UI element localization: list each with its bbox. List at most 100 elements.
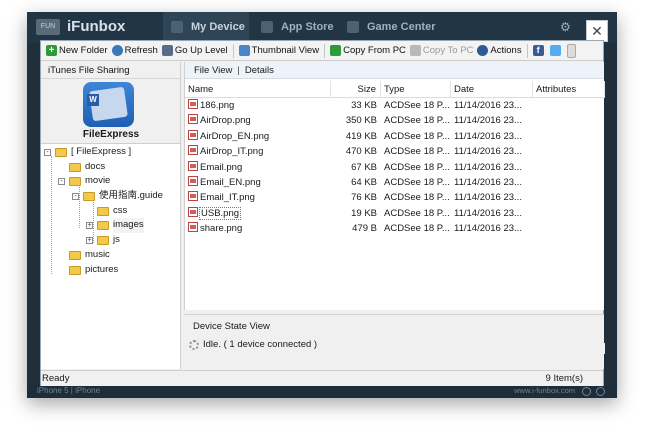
column-attributes[interactable]: Attributes xyxy=(533,81,605,97)
folder-icon xyxy=(97,206,109,216)
tree-item[interactable]: - movie xyxy=(41,174,180,189)
app-name: FileExpress xyxy=(82,129,140,140)
tree-item-label: css xyxy=(113,204,128,216)
device-tag[interactable]: iPhone 5 | iPhone xyxy=(37,386,100,395)
cell-type: ACDSee 18 P... xyxy=(384,115,450,127)
cell-date: 11/14/2016 23... xyxy=(454,115,522,127)
expand-icon[interactable]: + xyxy=(86,237,93,245)
details-link[interactable]: Details xyxy=(245,65,274,76)
folder-icon xyxy=(97,236,109,246)
app-brand: iFunbox xyxy=(67,18,126,35)
cell-attributes xyxy=(533,175,605,190)
view-bar-separator: | xyxy=(237,65,240,76)
tree-item-label: 使用指南.guide xyxy=(99,190,163,202)
file-table: Name Size Type Date Attributes 186.png 33… xyxy=(185,81,605,237)
close-button[interactable]: ✕ xyxy=(586,20,608,42)
thumbnail-icon xyxy=(238,45,250,56)
copy-from-pc-button[interactable]: Copy From PC xyxy=(328,42,408,60)
cell-attributes xyxy=(533,144,605,159)
facebook-share-button[interactable]: f xyxy=(531,42,548,60)
thumbnail-view-button[interactable]: Thumbnail View xyxy=(237,42,321,60)
table-row[interactable]: Email_EN.png 64 KB ACDSee 18 P... 11/14/201… xyxy=(185,175,605,190)
tree-item[interactable]: - 使用指南.guide xyxy=(41,189,180,204)
column-name[interactable]: Name xyxy=(185,81,331,97)
table-row[interactable]: Email.png 67 KB ACDSee 18 P... 11/14/2016 2… xyxy=(185,160,605,175)
twitter-share-button[interactable] xyxy=(548,42,565,60)
twitter-circle-icon[interactable] xyxy=(596,387,605,396)
tree-item[interactable]: pictures xyxy=(41,263,180,278)
toolbar-divider xyxy=(232,43,234,58)
file-name: Email_EN.png xyxy=(200,176,261,188)
tab-app-store[interactable]: App Store xyxy=(261,12,334,43)
column-date[interactable]: Date xyxy=(451,81,533,97)
refresh-icon xyxy=(111,45,123,56)
settings-gear-icon[interactable]: ⚙ xyxy=(560,20,573,34)
site-link[interactable]: www.i-funbox.com xyxy=(514,386,575,395)
file-name: Email_IT.png xyxy=(200,192,255,204)
up-arrow-icon xyxy=(161,45,173,56)
plus-icon: + xyxy=(46,45,57,56)
expand-icon[interactable]: + xyxy=(86,222,93,230)
refresh-label: Refresh xyxy=(124,45,158,56)
toolbar-overflow-button[interactable] xyxy=(565,42,580,60)
tree-item[interactable]: - [ FileExpress ] xyxy=(41,145,180,160)
tab-game-center-label: Game Center xyxy=(367,21,436,33)
collapse-icon[interactable]: - xyxy=(58,178,65,186)
collapse-icon[interactable]: - xyxy=(44,149,51,156)
tab-game-center[interactable]: Game Center xyxy=(347,12,435,43)
cell-name: USB.png xyxy=(185,206,331,221)
tab-app-store-label: App Store xyxy=(281,21,334,33)
table-row[interactable]: AirDrop_IT.png 470 KB ACDSee 18 P... 11/14/… xyxy=(185,144,605,159)
file-view-link[interactable]: File View xyxy=(194,65,232,76)
tree-item[interactable]: + images xyxy=(41,218,180,234)
tree-item-label: pictures xyxy=(85,263,119,275)
gamepad-icon xyxy=(347,21,359,34)
go-up-level-button[interactable]: Go Up Level xyxy=(160,42,230,60)
table-row[interactable]: USB.png 19 KB ACDSee 18 P... 11/14/2016 23.… xyxy=(185,206,605,221)
facebook-circle-icon[interactable] xyxy=(582,387,591,396)
table-row[interactable]: AirDrop_EN.png 419 KB ACDSee 18 P... 11/14/… xyxy=(185,129,605,144)
file-name: 186.png xyxy=(200,100,235,111)
tab-my-device[interactable]: My Device xyxy=(163,12,249,43)
actions-label: Actions xyxy=(490,45,522,56)
tree-item[interactable]: css xyxy=(41,204,180,219)
table-row[interactable]: Email_IT.png 76 KB ACDSee 18 P... 11/14/201… xyxy=(185,190,605,205)
table-row[interactable]: AirDrop.png 350 KB ACDSee 18 P... 11/14/201… xyxy=(185,113,605,128)
collapse-icon[interactable]: - xyxy=(72,193,79,201)
new-folder-button[interactable]: + New Folder xyxy=(44,42,110,60)
tree-item[interactable]: docs xyxy=(41,160,180,175)
app-bottom-bar: iPhone 5 | iPhone www.i-funbox.com xyxy=(27,385,617,398)
cell-date: 11/14/2016 23... xyxy=(454,161,522,173)
status-ready: Ready xyxy=(42,373,70,384)
actions-button[interactable]: Actions xyxy=(475,42,523,60)
tree-item[interactable]: music xyxy=(41,248,180,263)
table-row[interactable]: share.png 479 B ACDSee 18 P... 11/14/2016 2… xyxy=(185,221,605,236)
fileexpress-app-icon[interactable]: W xyxy=(83,82,134,127)
table-row[interactable]: 186.png 33 KB ACDSee 18 P... 11/14/2016 23.… xyxy=(185,98,605,113)
image-file-icon xyxy=(188,222,198,233)
tree-item-label: images xyxy=(113,218,144,234)
tree-item-label: movie xyxy=(85,175,111,187)
cell-date: 11/14/2016 23... xyxy=(454,176,522,188)
cell-type: ACDSee 18 P... xyxy=(384,223,450,235)
table-header: Name Size Type Date Attributes xyxy=(185,81,605,98)
spinner-icon xyxy=(189,339,199,350)
tree-item-label: docs xyxy=(85,160,106,172)
folder-icon xyxy=(69,177,81,187)
status-item-count: 9 Item(s) xyxy=(545,373,583,384)
copy-to-pc-button[interactable]: Copy To PC xyxy=(408,42,476,60)
go-up-label: Go Up Level xyxy=(174,45,228,56)
image-file-icon xyxy=(188,145,198,156)
tree-item[interactable]: + js xyxy=(41,233,180,248)
tree-item-label: js xyxy=(113,234,120,246)
cell-size: 19 KB xyxy=(351,207,377,219)
refresh-button[interactable]: Refresh xyxy=(110,42,160,60)
status-bar: Ready 9 Item(s) xyxy=(41,370,603,386)
cell-date: 11/14/2016 23... xyxy=(454,130,522,142)
cell-size: 76 KB xyxy=(351,192,377,204)
column-size[interactable]: Size xyxy=(331,81,381,97)
column-type[interactable]: Type xyxy=(381,81,451,97)
thumbnail-label: Thumbnail View xyxy=(251,45,320,56)
cell-size: 350 KB xyxy=(345,115,377,127)
app-top-bar: FUN iFunbox My Device App Store Game Cen… xyxy=(27,12,617,43)
